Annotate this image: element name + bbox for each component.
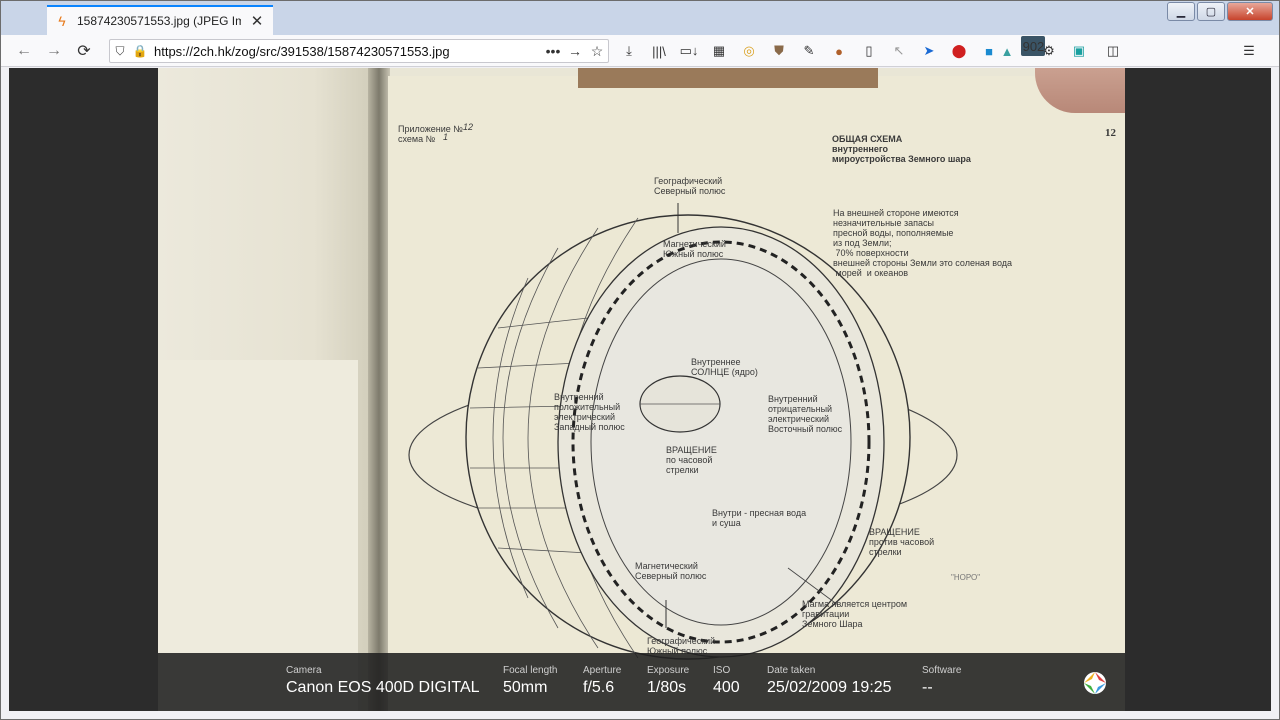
exif-iso-label: ISO — [713, 665, 731, 676]
scheme-label: схема № — [398, 134, 436, 144]
stamp-text: "НОРО" — [951, 573, 981, 582]
eyedropper-icon[interactable]: ✎ — [797, 41, 821, 61]
tab-bar: ϟ 15874230571553.jpg (JPEG Ima ✕ ▁ ▢ ✕ — [1, 1, 1279, 35]
exif-date-label: Date taken — [767, 665, 816, 676]
maximize-button[interactable]: ▢ — [1197, 2, 1225, 21]
aperture-logo-icon[interactable] — [1083, 671, 1107, 695]
image-viewport: 12 Приложение № 12 схема № 1 ОБЩАЯ СХЕМА… — [9, 68, 1271, 711]
label-mag-north: Магнетический Северный полюс — [635, 561, 707, 581]
exif-software-value: -- — [922, 679, 933, 696]
exif-focal-label: Focal length — [503, 665, 558, 676]
exif-date-value: 25/02/2009 19:25 — [767, 679, 892, 696]
exif-aperture-value: f/5.6 — [583, 679, 615, 696]
url-input[interactable]: https://2ch.hk/zog/src/391538/1587423057… — [154, 44, 542, 59]
bolt-icon: ϟ — [58, 13, 66, 29]
diagram-title: ОБЩАЯ СХЕМА внутреннего мироустройства З… — [832, 134, 971, 164]
shield-extension-icon[interactable]: ⛊ — [767, 41, 791, 61]
exif-camera-value: Canon EOS 400D DIGITAL — [286, 679, 480, 696]
exif-iso: ISO 400 — [713, 665, 740, 697]
menu-icon[interactable]: ☰ — [1237, 41, 1261, 61]
inner-cavity — [590, 258, 852, 626]
label-magma: Магма является центром гравитации Земног… — [802, 599, 908, 629]
exif-focal: Focal length 50mm — [503, 665, 557, 697]
exif-aperture-label: Aperture — [583, 665, 622, 676]
label-rotation-cw: ВРАЩЕНИЕ по часовой стрелки — [666, 445, 717, 475]
library-icon[interactable]: |||\ — [647, 41, 671, 61]
adblock-icon[interactable]: ⬤ — [947, 41, 971, 61]
exif-software-label: Software — [922, 665, 962, 676]
photo-image[interactable]: 12 Приложение № 12 схема № 1 ОБЩАЯ СХЕМА… — [158, 68, 1125, 711]
label-inner-sun: Внутреннее СОЛНЦЕ (ядро) — [691, 357, 758, 377]
scheme-number: 1 — [443, 132, 449, 142]
exif-exposure-value: 1/80s — [647, 679, 687, 696]
label-east-pole: Внутренний отрицательный электрический В… — [768, 394, 843, 434]
label-outer-note: На внешней стороне имеются незначительны… — [833, 208, 1013, 278]
forward-button[interactable]: → — [43, 40, 65, 62]
reload-button[interactable]: ⟳ — [73, 40, 95, 62]
appendix-label: Приложение № — [398, 124, 463, 134]
close-window-button[interactable]: ✕ — [1227, 2, 1273, 21]
label-inside-water: Внутри - пресная вода и суша — [712, 508, 807, 528]
s-extension-icon[interactable]: ■ — [977, 41, 1001, 61]
close-tab-icon[interactable]: ✕ — [249, 12, 265, 30]
earth-diagram — [408, 203, 958, 660]
bookmark-star-icon[interactable]: ☆ — [586, 43, 608, 60]
cookie-icon[interactable]: ● — [827, 41, 851, 61]
exif-date: Date taken 25/02/2009 19:25 — [767, 665, 892, 697]
appendix-number: 12 — [463, 122, 474, 132]
exif-aperture: Aperture f/5.6 — [583, 665, 621, 697]
badge-extension-icon[interactable]: ▲ 902 — [1001, 36, 1046, 61]
shield-icon[interactable]: ⛉ — [110, 44, 130, 59]
document-extension-icon[interactable]: ▯ — [857, 41, 881, 61]
cursor-extension-icon[interactable]: ➤ — [917, 41, 941, 61]
folder-download-icon[interactable]: ▭↓ — [677, 41, 701, 61]
label-mag-south: Магнетический Южный полюс — [663, 239, 726, 259]
gear-icon[interactable]: ⚙ — [1037, 41, 1061, 61]
lock-icon[interactable]: 🔒 — [130, 44, 150, 58]
toolbar-icons: ⤓ |||\ ▭↓ ▦ ◎ ⛊ ✎ ● ▯ ↖ ➤ ⬤ ■ ▲ 902 ⚙ ▣ ◫… — [617, 36, 1261, 61]
label-rotation-ccw: ВРАЩЕНИЕ против часовой стрелки — [869, 527, 935, 557]
minimize-button[interactable]: ▁ — [1167, 2, 1195, 21]
exif-camera-label: Camera — [286, 665, 322, 676]
download-icon[interactable]: ⤓ — [617, 41, 641, 61]
window-controls: ▁ ▢ ✕ — [1167, 2, 1273, 21]
exif-camera: Camera Canon EOS 400D DIGITAL — [286, 665, 480, 697]
rainbow-extension-icon[interactable]: ◎ — [737, 41, 761, 61]
qr-extension-icon[interactable]: ▦ — [707, 41, 731, 61]
save-extension-icon[interactable]: ▣ — [1067, 41, 1091, 61]
exif-info-bar: Camera Canon EOS 400D DIGITAL Focal leng… — [158, 653, 1125, 711]
label-west-pole: Внутренний положительный электрический З… — [554, 392, 625, 432]
browser-window: ϟ 15874230571553.jpg (JPEG Ima ✕ ▁ ▢ ✕ ←… — [0, 0, 1280, 720]
sidebar-icon[interactable]: ◫ — [1101, 41, 1125, 61]
exif-focal-value: 50mm — [503, 679, 548, 696]
go-icon[interactable]: → — [564, 43, 586, 59]
exif-iso-value: 400 — [713, 679, 740, 696]
exif-software: Software -- — [922, 665, 961, 697]
navigation-bar: ← → ⟳ ⛉ 🔒 https://2ch.hk/zog/src/391538/… — [1, 35, 1279, 67]
page-actions-button[interactable]: ••• — [542, 43, 564, 59]
address-bar[interactable]: ⛉ 🔒 https://2ch.hk/zog/src/391538/158742… — [109, 39, 609, 63]
tab-image[interactable]: ϟ 15874230571553.jpg (JPEG Ima ✕ — [47, 5, 273, 35]
page-number: 12 — [1105, 127, 1116, 139]
tab-title: 15874230571553.jpg (JPEG Ima — [77, 14, 241, 28]
arrow-extension-icon[interactable]: ↖ — [887, 41, 911, 61]
exif-exposure-label: Exposure — [647, 665, 690, 676]
back-button[interactable]: ← — [13, 40, 35, 62]
label-geo-north: Географический Северный полюс — [654, 176, 726, 196]
exif-exposure: Exposure 1/80s — [647, 665, 689, 697]
